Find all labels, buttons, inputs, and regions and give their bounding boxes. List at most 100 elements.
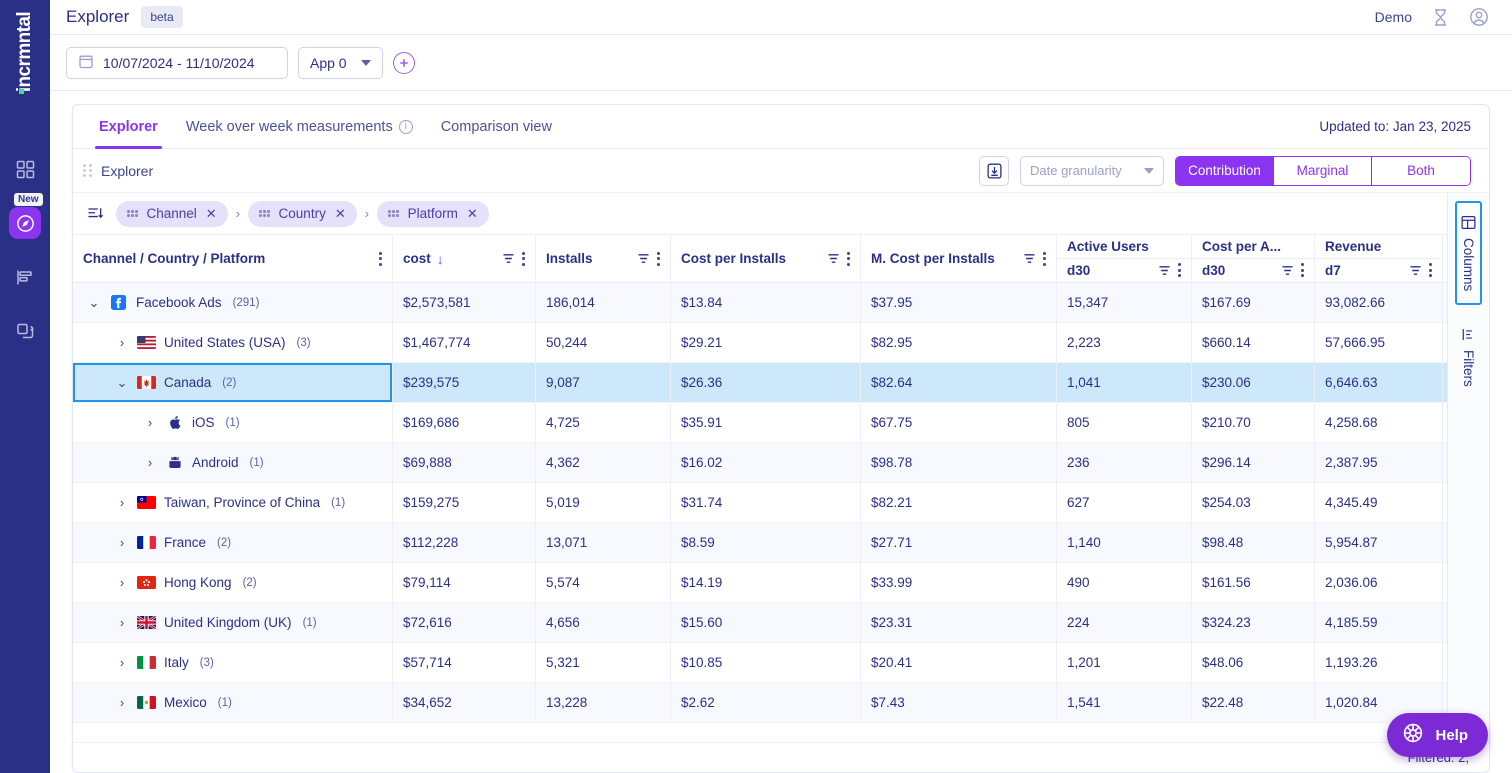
- row-entity-cell[interactable]: › United Kingdom (UK) (1): [73, 603, 393, 642]
- table-row[interactable]: › France (2) $112,228 13,071 $8.59 $27.71 1,140…: [73, 523, 1447, 563]
- tab-explorer[interactable]: Explorer: [85, 105, 172, 149]
- account-icon[interactable]: [1468, 6, 1490, 28]
- dimension-chip-channel[interactable]: Channel ✕: [116, 200, 228, 227]
- sidebar-item-integrations[interactable]: [9, 315, 41, 347]
- column-header-active[interactable]: Active Users d30: [1057, 235, 1192, 282]
- cell-cpi: $8.59: [671, 523, 861, 562]
- download-icon[interactable]: [979, 155, 1009, 186]
- sidebar-item-reports[interactable]: [9, 261, 41, 293]
- row-expand-toggle-icon[interactable]: ›: [115, 575, 129, 590]
- table-row[interactable]: › Android (1) $69,888 4,362 $16.02 $98.78 236 $2…: [73, 443, 1447, 483]
- date-granularity-select[interactable]: Date granularity: [1020, 155, 1164, 186]
- segment-both[interactable]: Both: [1372, 156, 1470, 185]
- tab-comparison-view[interactable]: Comparison view: [427, 105, 566, 149]
- table-row[interactable]: › Hong Kong (2) $79,114 5,574 $14.19 $33.99 490…: [73, 563, 1447, 603]
- table-row[interactable]: › United Kingdom (UK) (1) $72,616 4,656 $15.6…: [73, 603, 1447, 643]
- column-header-cost[interactable]: cost ↓: [393, 235, 536, 282]
- row-expand-toggle-icon[interactable]: ⌄: [87, 295, 101, 311]
- column-menu-icon[interactable]: [847, 251, 850, 266]
- table-row[interactable]: › Italy (3) $57,714 5,321 $10.85 $20.41 1,201 $4…: [73, 643, 1447, 683]
- segment-marginal[interactable]: Marginal: [1274, 156, 1372, 185]
- row-expand-toggle-icon[interactable]: ›: [143, 455, 157, 470]
- help-compass-icon: [1401, 721, 1425, 749]
- tab-week-over-week[interactable]: Week over week measurements i: [172, 105, 427, 149]
- filter-icon[interactable]: [827, 252, 840, 265]
- column-menu-icon[interactable]: [1178, 263, 1181, 278]
- row-expand-toggle-icon[interactable]: ›: [115, 655, 129, 670]
- table-row[interactable]: ⌄ Facebook Ads (291) $2,573,581 186,014 $13.8…: [73, 283, 1447, 323]
- column-header-installs[interactable]: Installs: [536, 235, 671, 282]
- add-app-button[interactable]: [392, 51, 415, 74]
- dimension-settings-icon[interactable]: [87, 206, 104, 222]
- column-menu-icon[interactable]: [657, 251, 660, 266]
- row-entity-cell[interactable]: ⌄ Facebook Ads (291): [73, 283, 393, 322]
- column-menu-icon[interactable]: [379, 251, 382, 266]
- table-row[interactable]: › Taiwan, Province of China (1) $159,275 5,0…: [73, 483, 1447, 523]
- column-menu-icon[interactable]: [1429, 263, 1432, 278]
- remove-chip-channel-icon[interactable]: ✕: [206, 207, 217, 220]
- cell-mcpi: $23.31: [861, 603, 1057, 642]
- remove-chip-platform-icon[interactable]: ✕: [467, 207, 478, 220]
- row-expand-toggle-icon[interactable]: ›: [115, 495, 129, 510]
- column-header-name[interactable]: Channel / Country / Platform: [73, 235, 393, 282]
- date-range-picker[interactable]: 10/07/2024 - 11/10/2024: [66, 46, 288, 79]
- chip-drag-handle-icon[interactable]: [259, 210, 270, 217]
- table-area: Channel ✕ › Country ✕ › Platform ✕ Chann…: [73, 193, 1489, 742]
- column-menu-icon[interactable]: [522, 251, 525, 266]
- row-entity-cell[interactable]: › Hong Kong (2): [73, 563, 393, 602]
- sidebar-item-explorer[interactable]: New: [9, 193, 43, 239]
- dimension-chip-country[interactable]: Country ✕: [248, 200, 357, 227]
- row-entity-cell[interactable]: › Italy (3): [73, 643, 393, 682]
- filter-icon[interactable]: [1409, 264, 1422, 277]
- side-panel-tabs: Columns Filters: [1447, 193, 1489, 742]
- sidebar-item-dashboard[interactable]: [9, 153, 41, 185]
- column-menu-icon[interactable]: [1043, 251, 1046, 266]
- row-entity-cell[interactable]: › Android (1): [73, 443, 393, 482]
- chip-drag-handle-icon[interactable]: [388, 210, 399, 217]
- filter-icon[interactable]: [1281, 264, 1294, 277]
- filter-icon[interactable]: [1023, 252, 1036, 265]
- metric-mode-segmented: Contribution Marginal Both: [1175, 155, 1471, 186]
- info-icon[interactable]: i: [398, 119, 413, 134]
- row-expand-toggle-icon[interactable]: ›: [115, 695, 129, 710]
- row-entity-cell[interactable]: › iOS (1): [73, 403, 393, 442]
- column-header-cpi[interactable]: Cost per Installs: [671, 235, 861, 282]
- table-row[interactable]: › United States (USA) (3) $1,467,774 50,244 $…: [73, 323, 1447, 363]
- column-header-cost-label: cost: [403, 251, 431, 266]
- row-expand-toggle-icon[interactable]: ⌄: [115, 375, 129, 391]
- filter-icon[interactable]: [1158, 264, 1171, 277]
- account-name[interactable]: Demo: [1375, 9, 1412, 25]
- drag-handle-icon[interactable]: [83, 164, 93, 177]
- table-row[interactable]: › Mexico (1) $34,652 13,228 $2.62 $7.43 1,541 $2…: [73, 683, 1447, 723]
- row-entity-cell[interactable]: › Mexico (1): [73, 683, 393, 722]
- row-entity-cell[interactable]: › France (2): [73, 523, 393, 562]
- row-expand-toggle-icon[interactable]: ›: [115, 615, 129, 630]
- row-expand-toggle-icon[interactable]: ›: [115, 535, 129, 550]
- brand-logo[interactable]: incrmntal: [0, 0, 50, 105]
- cell-installs: 5,574: [536, 563, 671, 602]
- row-expand-toggle-icon[interactable]: ›: [143, 415, 157, 430]
- table-row[interactable]: › iOS (1) $169,686 4,725 $35.91 $67.75 805 $210.…: [73, 403, 1447, 443]
- filter-icon[interactable]: [502, 252, 515, 265]
- sort-indicator-icon[interactable]: ↓: [437, 251, 444, 267]
- table-row[interactable]: ⌄ Canada (2) $239,575 9,087 $26.36 $82.64 1,041…: [73, 363, 1447, 403]
- column-header-cpau[interactable]: Cost per A... d30: [1192, 235, 1315, 282]
- side-tab-filters[interactable]: Filters: [1457, 315, 1480, 399]
- row-entity-cell[interactable]: › Taiwan, Province of China (1): [73, 483, 393, 522]
- dimension-chip-platform[interactable]: Platform ✕: [377, 200, 489, 227]
- column-header-revenue[interactable]: Revenue d7: [1315, 235, 1443, 282]
- row-entity-cell[interactable]: › United States (USA) (3): [73, 323, 393, 362]
- row-expand-toggle-icon[interactable]: ›: [115, 335, 129, 350]
- column-header-mcpi[interactable]: M. Cost per Installs: [861, 235, 1057, 282]
- chip-drag-handle-icon[interactable]: [127, 210, 138, 217]
- column-menu-icon[interactable]: [1301, 263, 1304, 278]
- side-tab-columns[interactable]: Columns: [1455, 201, 1482, 306]
- hourglass-icon[interactable]: [1429, 6, 1451, 28]
- help-button[interactable]: Help: [1387, 713, 1488, 757]
- remove-chip-country-icon[interactable]: ✕: [335, 207, 346, 220]
- row-entity-cell[interactable]: ⌄ Canada (2): [73, 363, 393, 402]
- segment-contribution[interactable]: Contribution: [1176, 156, 1274, 185]
- panel-header: Explorer Date granularity Contribution M…: [73, 149, 1489, 193]
- filter-icon[interactable]: [637, 252, 650, 265]
- app-select[interactable]: App 0: [298, 46, 383, 79]
